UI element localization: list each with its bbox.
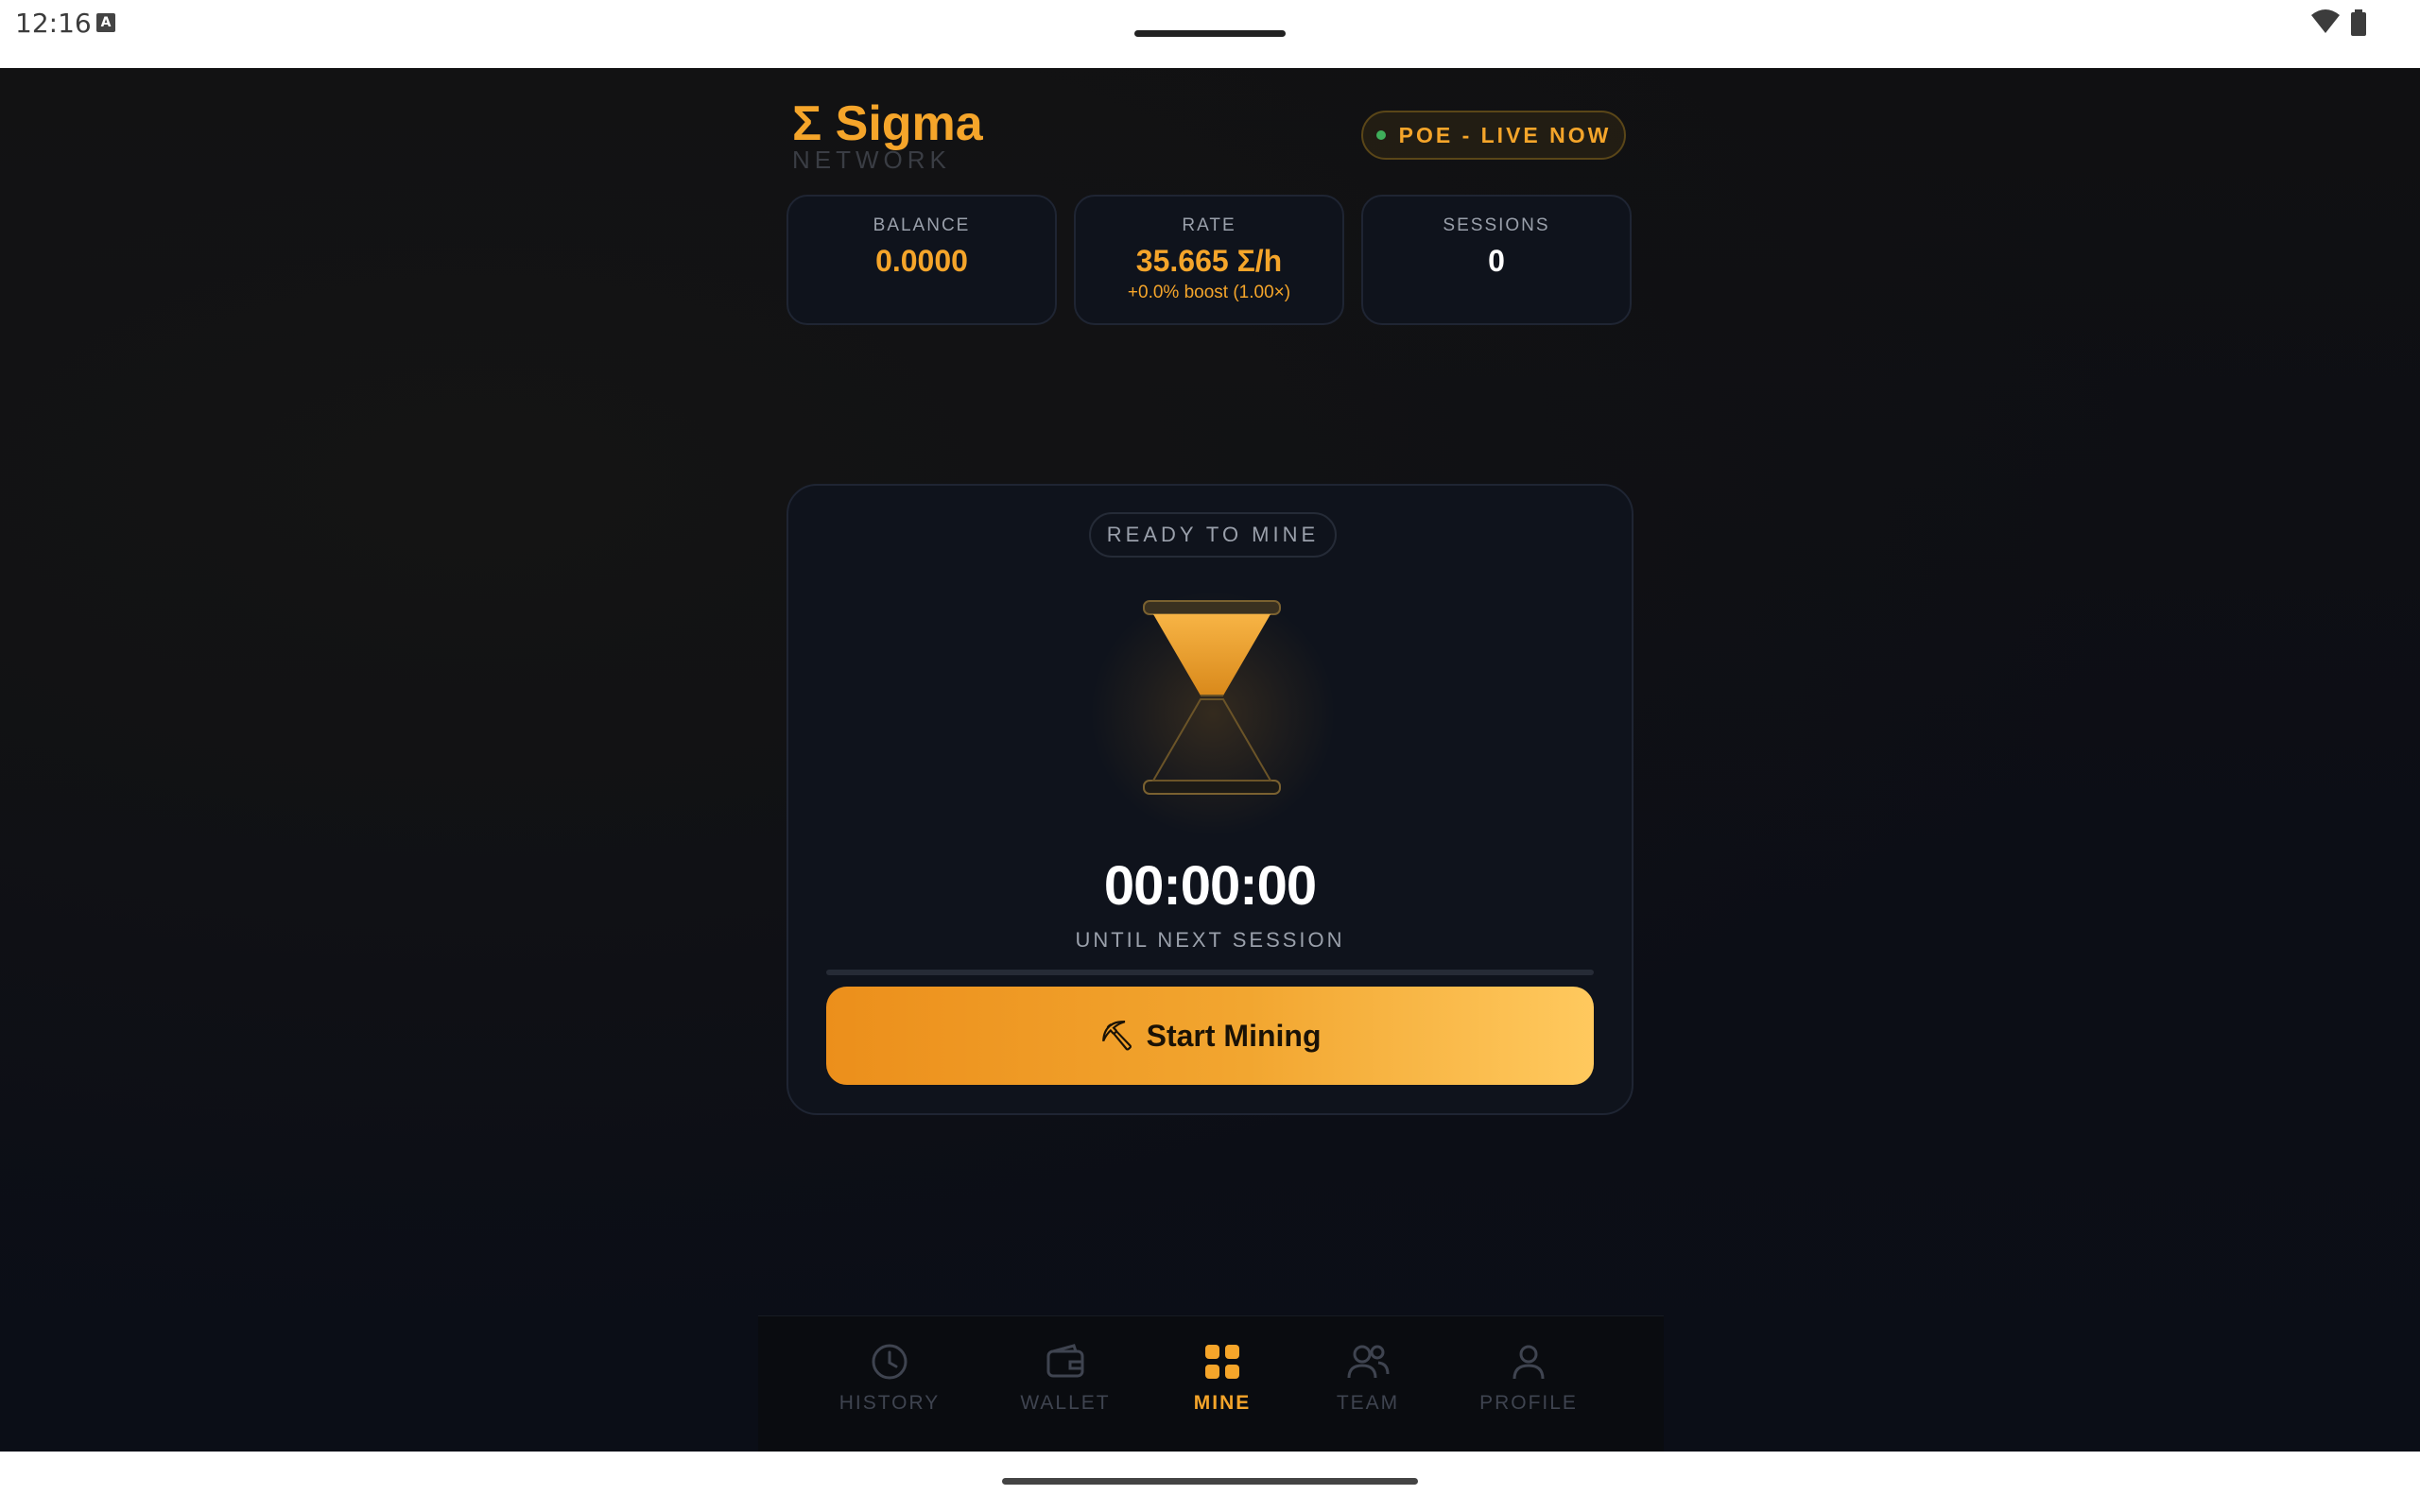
sessions-value: 0: [1488, 244, 1505, 278]
rate-value: 35.665 Σ/h: [1135, 244, 1283, 278]
nav-item-team[interactable]: TEAM: [1297, 1316, 1439, 1452]
nav-label-wallet: WALLET: [1020, 1392, 1111, 1414]
clock-icon: [872, 1344, 908, 1380]
session-progress-bar: [826, 970, 1594, 975]
live-dot-icon: [1375, 130, 1386, 140]
a-box-icon: A: [96, 13, 115, 32]
mining-panel: READY TO MINE 00:00:00 UNTIL NEXT SESSIO…: [786, 484, 1634, 1115]
app-screen: Σ Sigma NETWORK POE - LIVE NOW BALANCE 0…: [0, 68, 2420, 1452]
nav-label-team: TEAM: [1336, 1392, 1400, 1414]
start-mining-button[interactable]: ⛏ Start Mining: [826, 987, 1594, 1085]
stat-label: RATE: [1182, 215, 1236, 235]
start-mining-label: Start Mining: [1146, 1018, 1322, 1053]
wallet-icon: [1046, 1344, 1084, 1378]
bottom-nav: HISTORY WALLET MINE TEAM PROFILE: [758, 1315, 1664, 1452]
live-badge-label: POE - LIVE NOW: [1398, 122, 1612, 147]
home-gesture-handle[interactable]: [1002, 1478, 1418, 1485]
balance-value: 0.0000: [875, 244, 968, 278]
brand-logo: Σ Sigma NETWORK: [792, 96, 983, 172]
stat-card-sessions: SESSIONS 0: [1361, 195, 1632, 325]
stat-card-rate: RATE 35.665 Σ/h +0.0% boost (1.00×): [1074, 195, 1344, 325]
nav-item-history[interactable]: HISTORY: [819, 1316, 960, 1452]
stat-label: BALANCE: [873, 215, 971, 235]
system-nav-bar: [0, 1452, 2420, 1512]
user-icon: [1512, 1345, 1545, 1380]
pickaxe-icon: ⛏: [1098, 1020, 1135, 1052]
grid-icon: [1205, 1345, 1239, 1379]
rate-boost: +0.0% boost (1.00×): [1127, 283, 1291, 302]
nav-item-wallet[interactable]: WALLET: [994, 1316, 1136, 1452]
nav-label-mine: MINE: [1193, 1392, 1252, 1414]
live-badge[interactable]: POE - LIVE NOW: [1361, 111, 1626, 160]
nav-item-profile[interactable]: PROFILE: [1458, 1316, 1599, 1452]
status-time: 12:16: [15, 8, 92, 39]
wifi-icon: [2311, 9, 2340, 33]
nav-label-history: HISTORY: [838, 1392, 941, 1414]
timer-label: UNTIL NEXT SESSION: [1075, 928, 1345, 952]
nav-label-profile: PROFILE: [1479, 1392, 1578, 1414]
status-handle: [1134, 30, 1286, 37]
brand-title: Σ Sigma: [792, 96, 983, 151]
stat-card-balance: BALANCE 0.0000: [786, 195, 1057, 325]
session-timer: 00:00:00: [1103, 855, 1317, 917]
team-icon: [1347, 1345, 1390, 1379]
stat-label: SESSIONS: [1443, 215, 1550, 235]
system-status-bar: 12:16 A: [0, 0, 2420, 68]
nav-item-mine[interactable]: MINE: [1151, 1316, 1293, 1452]
battery-icon: [2351, 9, 2366, 36]
mining-status-badge: READY TO MINE: [1089, 512, 1337, 558]
hourglass-icon: [1143, 600, 1281, 795]
